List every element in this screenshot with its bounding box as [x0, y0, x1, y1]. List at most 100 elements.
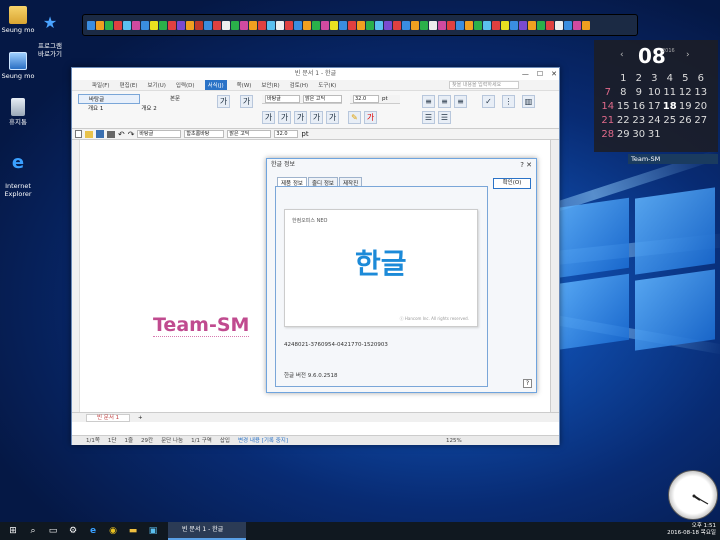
align-center-icon[interactable]: ≡	[438, 95, 451, 108]
menu-insert[interactable]: 입력(D)	[176, 81, 195, 89]
italic-button[interactable]: 가	[294, 111, 307, 124]
help-search-input[interactable]: 찾을 내용을 입력하세요	[449, 81, 519, 89]
search-icon[interactable]: ⌕	[26, 524, 40, 538]
style-item[interactable]: 개요 1	[88, 104, 103, 114]
calendar-day[interactable]: 9	[631, 86, 647, 99]
calendar-day[interactable]: 15	[616, 100, 632, 113]
calendar-day[interactable]: 19	[678, 100, 694, 113]
calendar-day[interactable]: 7	[600, 86, 616, 99]
calendar-day[interactable]: 30	[631, 128, 647, 141]
store-icon[interactable]: ▣	[146, 524, 160, 538]
char-shape-button[interactable]: 가	[217, 95, 230, 108]
launcher-icon[interactable]	[186, 20, 194, 30]
launcher-icon[interactable]	[204, 20, 212, 30]
status-insert[interactable]: 삽입	[220, 436, 230, 445]
launcher-icon[interactable]	[168, 20, 176, 30]
launcher-icon[interactable]	[159, 20, 167, 30]
line-spacing-icon[interactable]: ☰	[422, 111, 435, 124]
font-color-button[interactable]: 가	[364, 111, 377, 124]
chrome-icon[interactable]: ◉	[106, 524, 120, 538]
edge-browser-icon[interactable]: e	[86, 524, 100, 538]
launcher-icon[interactable]	[357, 20, 365, 30]
calendar-day[interactable]: 12	[678, 86, 694, 99]
bold-button[interactable]: 가	[278, 111, 291, 124]
menu-review[interactable]: 검토(H)	[290, 81, 309, 89]
calendar-day[interactable]: 21	[600, 114, 616, 127]
undo-icon[interactable]: ↶	[118, 130, 125, 139]
calendar-day[interactable]: 8	[616, 86, 632, 99]
calendar-day[interactable]: 4	[662, 72, 678, 85]
para-bullet-icon[interactable]: ⋮	[502, 95, 515, 108]
launcher-icon[interactable]	[267, 20, 275, 30]
launcher-icon[interactable]	[348, 20, 356, 30]
taskbar-app-hangul[interactable]: 빈 문서 1 - 한글	[168, 522, 246, 540]
calendar-day[interactable]: 27	[693, 114, 709, 127]
ok-button[interactable]: 확인(O)	[493, 178, 531, 189]
calendar-day[interactable]	[600, 72, 616, 85]
calendar-day[interactable]: 28	[600, 128, 616, 141]
indent-icon[interactable]: ☰	[438, 111, 451, 124]
launcher-icon[interactable]	[330, 20, 338, 30]
menu-file[interactable]: 파일(F)	[92, 81, 110, 89]
launcher-icon[interactable]	[510, 20, 518, 30]
font-lang-box[interactable]: 함초롬바탕	[184, 130, 225, 138]
underline-button[interactable]: 가	[310, 111, 323, 124]
launcher-icon[interactable]	[519, 20, 527, 30]
launcher-icon[interactable]	[240, 20, 248, 30]
calendar-day[interactable]: 31	[647, 128, 663, 141]
close-icon[interactable]: ✕	[551, 68, 557, 80]
launcher-icon[interactable]	[420, 20, 428, 30]
calendar-day[interactable]	[693, 128, 709, 141]
launcher-icon[interactable]	[375, 20, 383, 30]
add-tab-button[interactable]: +	[138, 415, 143, 421]
font-style-button[interactable]: 가	[262, 111, 275, 124]
launcher-icon[interactable]	[393, 20, 401, 30]
calendar-day[interactable]: 13	[693, 86, 709, 99]
calendar-day[interactable]: 16	[631, 100, 647, 113]
calendar-day[interactable]: 25	[662, 114, 678, 127]
font-face-box[interactable]: 맑은 고딕	[227, 130, 272, 138]
launcher-icon[interactable]	[96, 20, 104, 30]
minimize-icon[interactable]: —	[522, 68, 529, 80]
launcher-icon[interactable]	[501, 20, 509, 30]
style-item[interactable]: 본문	[170, 94, 180, 104]
launcher-icon[interactable]	[573, 20, 581, 30]
menu-format[interactable]: 서식(J)	[204, 80, 227, 90]
menu-view[interactable]: 보기(U)	[147, 81, 165, 89]
launcher-icon[interactable]	[132, 20, 140, 30]
calendar-day[interactable]: 20	[693, 100, 709, 113]
launcher-icon[interactable]	[492, 20, 500, 30]
calendar-day[interactable]: 6	[693, 72, 709, 85]
launcher-icon[interactable]	[582, 20, 590, 30]
calendar-day[interactable]: 23	[631, 114, 647, 127]
launcher-icon[interactable]	[564, 20, 572, 30]
launcher-icon[interactable]	[483, 20, 491, 30]
desktop-icon-ie[interactable]: e Internet Explorer	[0, 146, 40, 199]
calendar-day[interactable]: 2	[631, 72, 647, 85]
style-item[interactable]: 개요 2	[141, 104, 156, 114]
launcher-icon[interactable]	[105, 20, 113, 30]
launcher-icon[interactable]	[249, 20, 257, 30]
launcher-icon[interactable]	[438, 20, 446, 30]
launcher-icon[interactable]	[411, 20, 419, 30]
para-number-icon[interactable]: ✓	[482, 95, 495, 108]
file-explorer-icon[interactable]: ▬	[126, 524, 140, 538]
calendar-day[interactable]: 3	[647, 72, 663, 85]
calendar-day[interactable]	[678, 128, 694, 141]
launcher-icon[interactable]	[294, 20, 302, 30]
para-shape-button[interactable]: 가	[240, 95, 253, 108]
print-icon[interactable]	[107, 130, 115, 138]
doc-tab[interactable]: 빈 문서 1	[86, 414, 131, 422]
desktop-icon-computer[interactable]: Seung mo	[0, 52, 40, 80]
launcher-icon[interactable]	[150, 20, 158, 30]
launcher-icon[interactable]	[87, 20, 95, 30]
prev-month-icon[interactable]: ‹	[620, 50, 624, 60]
calendar-day[interactable]: 18	[662, 100, 678, 113]
font-size-input[interactable]: 32.0	[353, 95, 379, 103]
launcher-icon[interactable]	[537, 20, 545, 30]
launcher-icon[interactable]	[195, 20, 203, 30]
start-windows-icon[interactable]: ⊞	[6, 524, 20, 538]
launcher-icon[interactable]	[384, 20, 392, 30]
launcher-icon[interactable]	[231, 20, 239, 30]
align-right-icon[interactable]: ≡	[454, 95, 467, 108]
